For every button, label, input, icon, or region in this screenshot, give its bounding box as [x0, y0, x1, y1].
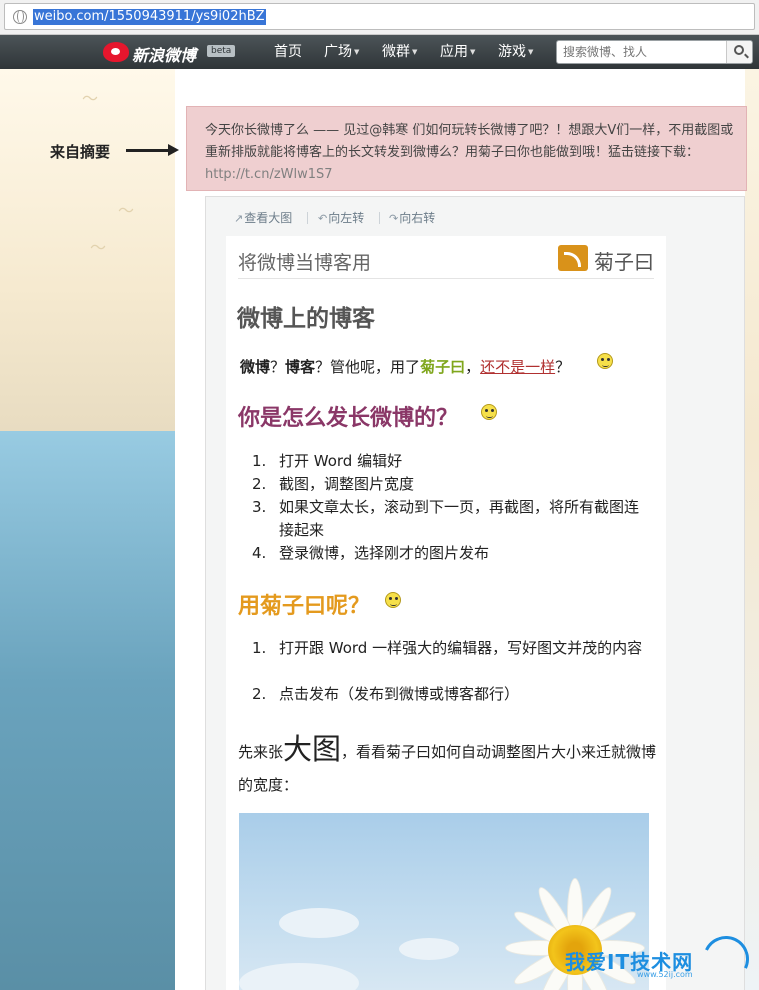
divider	[379, 212, 380, 224]
nav-item-home[interactable]: 首页	[274, 43, 302, 61]
summary-box: 今天你长微博了么 —— 见过@韩寒 们如何玩转长微博了吧？！想跟大V们一样，不用…	[186, 106, 747, 191]
brand-name: 菊子曰	[594, 250, 654, 274]
watermark: 我爱IT技术网 www.52ij.com	[565, 929, 756, 989]
summary-text: 今天你长微博了么 —— 见过@韩寒 们如何玩转长微博了吧？！想跟大V们一样，不用…	[205, 123, 734, 160]
rotate-right-button[interactable]: ↷向右转	[389, 209, 435, 226]
cloud-decoration	[399, 938, 459, 960]
cloud-decoration	[239, 963, 359, 990]
globe-icon	[13, 10, 27, 24]
search-button[interactable]	[726, 41, 752, 63]
rotate-left-button[interactable]: ↶向左转	[318, 209, 364, 226]
intro-paragraph: 先来张大图，看看菊子曰如何自动调整图片大小来迁就微博的宽度：	[238, 732, 657, 795]
url-field[interactable]: weibo.com/1550943911/ys9i02hBZ	[4, 3, 755, 30]
nav-item-games[interactable]: 游戏 ▼	[498, 43, 533, 61]
intro-line: 微博？博客？管他呢，用了菊子曰，还不是一样？	[240, 358, 571, 376]
article-heading: 微博上的博客	[237, 306, 375, 332]
external-link-icon: ↗	[234, 212, 244, 225]
search-box	[556, 40, 753, 64]
logo-text: 新浪微博	[132, 46, 197, 65]
watermark-url: www.52ij.com	[637, 970, 693, 979]
arrow-right-icon	[126, 144, 179, 156]
bird-decoration: 〜	[90, 238, 107, 257]
background-sea	[0, 431, 175, 990]
summary-link[interactable]: http://t.cn/zWlw1S7	[205, 167, 333, 182]
smiley-icon	[597, 353, 613, 369]
brand-logo: 菊子曰	[558, 243, 658, 274]
background-right	[745, 69, 759, 990]
rotate-left-icon: ↶	[318, 212, 328, 225]
smiley-icon	[385, 592, 401, 608]
url-text[interactable]: weibo.com/1550943911/ys9i02hBZ	[33, 9, 266, 25]
nav-item-groups[interactable]: 微群 ▼	[382, 43, 417, 61]
chevron-down-icon: ▼	[528, 48, 534, 56]
weibo-logo[interactable]: 新浪微博 beta	[103, 40, 236, 65]
chevron-down-icon: ▼	[412, 48, 418, 56]
rotate-right-icon: ↷	[389, 212, 399, 225]
section-heading-juziyue: 用菊子曰呢？	[238, 594, 371, 619]
bird-decoration: 〜	[82, 89, 99, 108]
beta-badge: beta	[207, 45, 236, 57]
cloud-decoration	[279, 908, 359, 938]
bird-decoration: 〜	[118, 201, 135, 220]
intro-link[interactable]: 还不是一样	[480, 358, 555, 376]
smiley-icon	[481, 404, 497, 420]
section-heading-how: 你是怎么发长微博的？	[238, 406, 459, 431]
top-nav: 新浪微博 beta 首页 广场 ▼ 微群 ▼ 应用 ▼ 游戏 ▼	[0, 35, 759, 69]
search-icon	[734, 45, 744, 55]
view-large-button[interactable]: ↗查看大图	[234, 209, 292, 226]
background-sky: 〜 〜 〜	[0, 69, 175, 431]
article-header-title: 将微博当博客用	[238, 252, 372, 274]
chevron-down-icon: ▼	[470, 48, 476, 56]
nav-item-apps[interactable]: 应用 ▼	[440, 43, 475, 61]
divider	[307, 212, 308, 224]
weibo-eye-icon	[103, 42, 129, 62]
chevron-down-icon: ▼	[354, 48, 360, 56]
rss-icon	[558, 245, 588, 271]
nav-item-square[interactable]: 广场 ▼	[324, 43, 359, 61]
annotation-label: 来自摘要	[50, 143, 111, 161]
search-input[interactable]	[563, 44, 723, 60]
browser-address-bar: weibo.com/1550943911/ys9i02hBZ	[0, 0, 759, 35]
divider	[238, 278, 654, 279]
